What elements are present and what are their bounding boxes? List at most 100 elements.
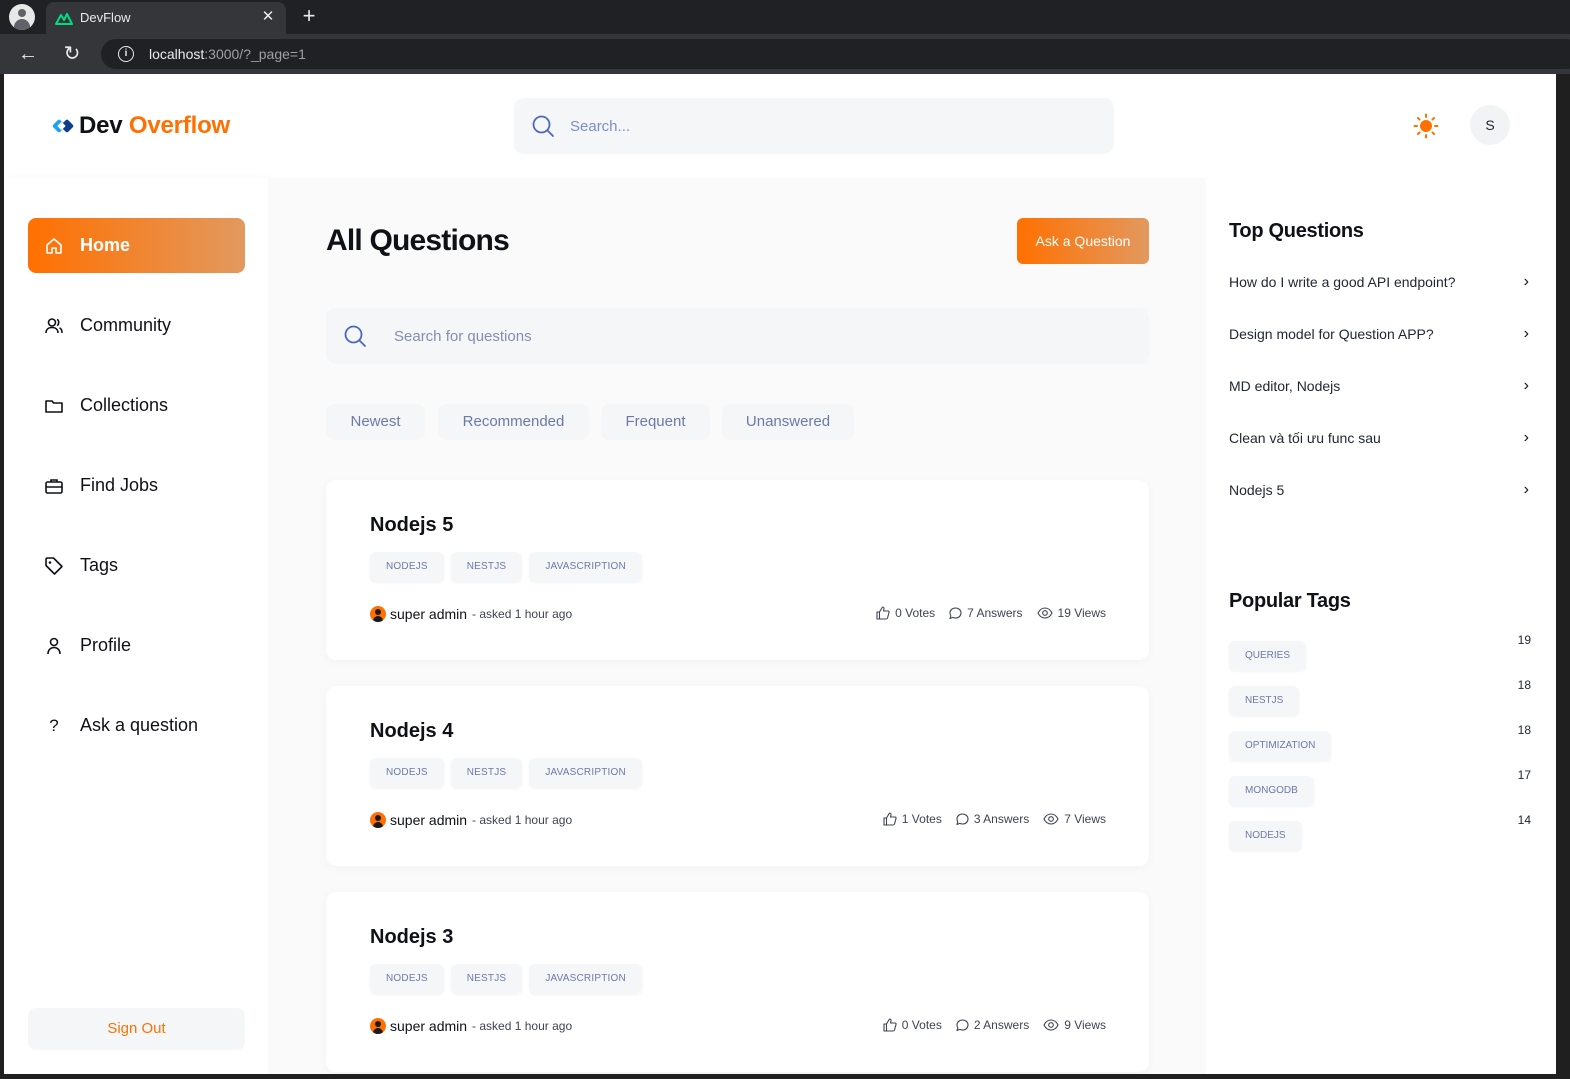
global-search[interactable] — [514, 98, 1114, 154]
popular-tag-item[interactable]: NESTJS 18 — [1229, 678, 1531, 716]
views-count: 7 Views — [1064, 812, 1106, 826]
tag-count: 17 — [1517, 768, 1531, 782]
tag-badge[interactable]: QUERIES — [1229, 641, 1307, 671]
sidebar-item-label: Community — [80, 315, 172, 335]
sun-icon[interactable] — [1413, 113, 1439, 139]
question-title[interactable]: Nodejs 5 — [370, 514, 453, 537]
logo-icon — [52, 119, 74, 133]
sidebar-item-find-jobs[interactable]: Find Jobs — [28, 458, 245, 513]
sidebar-item-community[interactable]: Community — [28, 298, 245, 353]
sidebar-item-collections[interactable]: Collections — [28, 378, 245, 433]
sidebar-item-profile[interactable]: Profile — [28, 618, 245, 673]
question-card[interactable]: Nodejs 3 NODEJS NESTJS JAVASCRIPTION sup… — [326, 892, 1149, 1072]
thumbs-up-icon — [876, 606, 890, 620]
top-question-item[interactable]: Clean và tối ưu func sau › — [1229, 425, 1529, 451]
back-arrow-icon[interactable]: ← — [16, 42, 40, 66]
views-count: 9 Views — [1064, 1018, 1106, 1032]
votes-metric: 0 Votes — [876, 606, 935, 620]
sidebar-item-label: Tags — [80, 555, 119, 575]
sidebar-item-label: Collections — [80, 395, 169, 415]
question-author[interactable]: super admin - asked 1 hour ago — [370, 1018, 572, 1034]
tag-count: 18 — [1517, 723, 1531, 737]
message-icon — [949, 606, 962, 619]
sidebar-item-ask-question[interactable]: ? Ask a question — [28, 698, 245, 753]
site-logo[interactable]: Dev Overflow — [52, 112, 230, 140]
user-avatar[interactable]: S — [1470, 105, 1510, 145]
browser-tab[interactable]: DevFlow ✕ — [46, 2, 286, 34]
question-author[interactable]: super admin - asked 1 hour ago — [370, 606, 572, 622]
question-author[interactable]: super admin - asked 1 hour ago — [370, 812, 572, 828]
logo-text-overflow: Overflow — [128, 112, 230, 139]
chevron-right-icon: › — [1523, 273, 1529, 290]
eye-icon — [1043, 1019, 1059, 1031]
question-tags: NODEJS NESTJS JAVASCRIPTION — [370, 964, 649, 994]
popular-tag-item[interactable]: NODEJS 14 — [1229, 813, 1531, 851]
tag-badge[interactable]: NESTJS — [450, 758, 523, 788]
top-question-item[interactable]: Design model for Question APP? › — [1229, 321, 1529, 347]
tag-badge[interactable]: MONGODB — [1229, 776, 1314, 806]
filter-frequent[interactable]: Frequent — [601, 404, 710, 440]
tag-badge[interactable]: NODEJS — [1229, 821, 1302, 851]
ask-question-button[interactable]: Ask a Question — [1017, 218, 1149, 264]
question-title[interactable]: Nodejs 3 — [370, 926, 453, 949]
sidebar-item-label: Profile — [80, 635, 132, 655]
tag-badge[interactable]: NODEJS — [370, 758, 444, 788]
author-name: super admin — [390, 1018, 468, 1034]
page-viewport: Dev Overflow S Home Community — [4, 74, 1556, 1074]
popular-tag-item[interactable]: MONGODB 17 — [1229, 768, 1531, 806]
tag-badge[interactable]: JAVASCRIPTION — [529, 552, 642, 582]
tag-badge[interactable]: JAVASCRIPTION — [529, 758, 642, 788]
popular-tag-item[interactable]: QUERIES 19 — [1229, 633, 1531, 671]
filter-recommended[interactable]: Recommended — [438, 404, 589, 440]
address-bar[interactable]: i localhost:3000/?_page=1 — [101, 39, 1570, 69]
popular-tags-title: Popular Tags — [1229, 590, 1351, 612]
question-card[interactable]: Nodejs 4 NODEJS NESTJS JAVASCRIPTION sup… — [326, 686, 1149, 866]
new-tab-icon[interactable]: + — [297, 4, 321, 28]
sidebar-item-home[interactable]: Home — [28, 218, 245, 273]
top-question-item[interactable]: MD editor, Nodejs › — [1229, 373, 1529, 399]
top-question-item[interactable]: How do I write a good API endpoint? › — [1229, 269, 1529, 295]
filter-newest[interactable]: Newest — [326, 404, 425, 440]
logo-text-dev: Dev — [79, 112, 123, 139]
author-avatar — [370, 606, 386, 622]
tag-badge[interactable]: NODEJS — [370, 552, 444, 582]
close-icon[interactable]: ✕ — [258, 7, 278, 27]
user-icon — [44, 636, 64, 656]
question-icon: ? — [49, 715, 59, 735]
home-icon — [44, 236, 64, 256]
tag-badge[interactable]: JAVASCRIPTION — [529, 964, 642, 994]
question-card[interactable]: Nodejs 5 NODEJS NESTJS JAVASCRIPTION sup… — [326, 480, 1149, 660]
sign-out-button[interactable]: Sign Out — [28, 1008, 245, 1050]
question-search[interactable] — [326, 308, 1149, 364]
popular-tag-item[interactable]: OPTIMIZATION 18 — [1229, 723, 1531, 761]
tag-badge[interactable]: NESTJS — [450, 552, 523, 582]
eye-icon — [1036, 607, 1053, 619]
eye-icon — [1043, 813, 1059, 825]
main-content: All Questions Ask a Question Newest Reco… — [268, 178, 1206, 1074]
reload-icon[interactable]: ↻ — [60, 42, 84, 66]
nuxt-logo-icon — [55, 13, 73, 25]
global-search-input[interactable] — [570, 114, 1070, 138]
thumbs-up-icon — [883, 1018, 897, 1032]
info-icon[interactable]: i — [118, 46, 134, 62]
question-tags: NODEJS NESTJS JAVASCRIPTION — [370, 552, 649, 582]
browser-profile-icon[interactable] — [9, 4, 35, 30]
asked-time: - asked 1 hour ago — [472, 813, 573, 827]
answers-metric: 3 Answers — [956, 812, 1029, 826]
top-question-text: Nodejs 5 — [1229, 482, 1285, 498]
page-title: All Questions — [326, 224, 510, 257]
author-avatar — [370, 812, 386, 828]
tag-badge[interactable]: OPTIMIZATION — [1229, 731, 1332, 761]
filter-unanswered[interactable]: Unanswered — [722, 404, 854, 440]
tag-badge[interactable]: NESTJS — [450, 964, 523, 994]
sidebar-item-tags[interactable]: Tags — [28, 538, 245, 593]
tag-badge[interactable]: NESTJS — [1229, 686, 1300, 716]
chevron-right-icon: › — [1523, 377, 1529, 394]
tab-title: DevFlow — [80, 10, 131, 25]
votes-count: 0 Votes — [901, 1018, 942, 1032]
browser-toolbar: ← ↻ i localhost:3000/?_page=1 — [0, 34, 1570, 74]
tag-badge[interactable]: NODEJS — [370, 964, 444, 994]
top-question-item[interactable]: Nodejs 5 › — [1229, 477, 1529, 503]
question-search-input[interactable] — [394, 324, 1094, 348]
question-title[interactable]: Nodejs 4 — [370, 720, 453, 743]
